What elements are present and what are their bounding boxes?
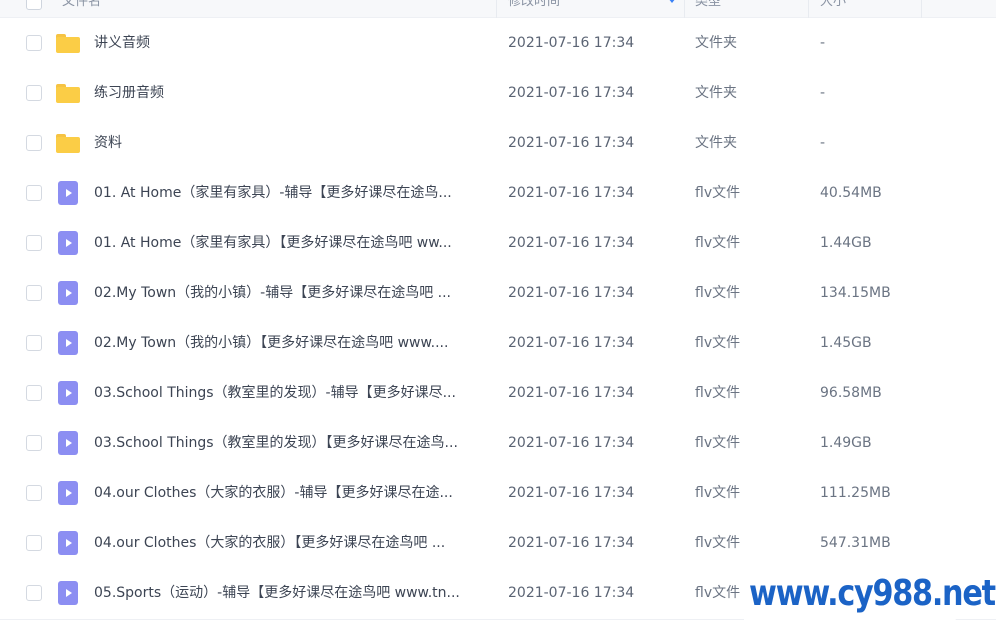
row-checkbox[interactable] [26, 435, 42, 451]
file-type: flv文件 [695, 335, 741, 351]
file-list: 讲义音频 2021-07-16 17:34 文件夹 - 练习册音频 2021-07-16 … [0, 18, 996, 618]
modified-time: 2021-07-16 17:34 [508, 585, 635, 601]
video-file-icon [56, 431, 80, 455]
row-checkbox[interactable] [26, 235, 42, 251]
file-name[interactable]: 03.School Things（教室里的发现）【更多好课尽在途鸟... [94, 418, 486, 468]
file-size: 1.45GB [820, 335, 872, 351]
folder-icon [56, 131, 80, 155]
file-type: flv文件 [695, 235, 741, 251]
header-type[interactable]: 类型 [695, 0, 721, 18]
file-size: 1.44GB [820, 235, 872, 251]
file-row[interactable]: 讲义音频 2021-07-16 17:34 文件夹 - [0, 18, 996, 68]
column-divider[interactable] [921, 0, 922, 18]
file-type: 文件夹 [695, 85, 737, 101]
modified-time: 2021-07-16 17:34 [508, 535, 635, 551]
file-row[interactable]: 04.our Clothes（大家的衣服）-辅导【更多好课尽在途... 2021-… [0, 468, 996, 518]
video-file-icon [56, 531, 80, 555]
modified-time: 2021-07-16 17:34 [508, 235, 635, 251]
file-type: flv文件 [695, 385, 741, 401]
row-checkbox[interactable] [26, 585, 42, 601]
file-name[interactable]: 02.My Town（我的小镇）【更多好课尽在途鸟吧 www.... [94, 318, 486, 368]
file-name[interactable]: 练习册音频 [94, 68, 486, 118]
file-size: 1.49GB [820, 435, 872, 451]
file-size: - [820, 85, 826, 101]
row-checkbox[interactable] [26, 385, 42, 401]
modified-time: 2021-07-16 17:34 [508, 485, 635, 501]
modified-time: 2021-07-16 17:34 [508, 285, 635, 301]
modified-time: 2021-07-16 17:34 [508, 385, 635, 401]
file-type: 文件夹 [695, 135, 737, 151]
video-file-icon [56, 381, 80, 405]
file-size: 96.58MB [820, 385, 882, 401]
modified-time: 2021-07-16 17:34 [508, 85, 635, 101]
header-modified-time[interactable]: 修改时间 [508, 0, 560, 18]
file-size: 40.54MB [820, 185, 882, 201]
file-name[interactable]: 资料 [94, 118, 486, 168]
column-divider[interactable] [496, 0, 497, 18]
file-row[interactable]: 01. At Home（家里有家具）-辅导【更多好课尽在途鸟... 2021-07… [0, 168, 996, 218]
file-size: - [820, 35, 826, 51]
modified-time: 2021-07-16 17:34 [508, 435, 635, 451]
file-row[interactable]: 02.My Town（我的小镇）-辅导【更多好课尽在途鸟吧 ... 2021-07… [0, 268, 996, 318]
header-name[interactable]: 文件名 [62, 0, 101, 18]
file-row[interactable]: 01. At Home（家里有家具）【更多好课尽在途鸟吧 ww... 2021-0… [0, 218, 996, 268]
modified-time: 2021-07-16 17:34 [508, 135, 635, 151]
file-name[interactable]: 04.our Clothes（大家的衣服）【更多好课尽在途鸟吧 ... [94, 518, 486, 568]
row-checkbox[interactable] [26, 135, 42, 151]
video-file-icon [56, 331, 80, 355]
file-list-page: 文件名 修改时间 类型 大小 讲义音频 2021-07-16 17:34 文件夹 - 练… [0, 0, 996, 634]
modified-time: 2021-07-16 17:34 [508, 35, 635, 51]
file-name[interactable]: 02.My Town（我的小镇）-辅导【更多好课尽在途鸟吧 ... [94, 268, 486, 318]
modified-time: 2021-07-16 17:34 [508, 185, 635, 201]
file-name[interactable]: 讲义音频 [94, 18, 486, 68]
file-row[interactable]: 04.our Clothes（大家的衣服）【更多好课尽在途鸟吧 ... 2021-… [0, 518, 996, 568]
folder-icon [56, 31, 80, 55]
file-name[interactable]: 01. At Home（家里有家具）-辅导【更多好课尽在途鸟... [94, 168, 486, 218]
row-checkbox[interactable] [26, 535, 42, 551]
file-list-header: 文件名 修改时间 类型 大小 [0, 0, 996, 18]
file-size: 111.25MB [820, 485, 891, 501]
video-file-icon [56, 231, 80, 255]
file-row[interactable]: 练习册音频 2021-07-16 17:34 文件夹 - [0, 68, 996, 118]
file-row[interactable]: 资料 2021-07-16 17:34 文件夹 - [0, 118, 996, 168]
file-size: - [820, 135, 826, 151]
select-all-checkbox[interactable] [26, 0, 42, 10]
video-file-icon [56, 581, 80, 605]
header-size[interactable]: 大小 [820, 0, 846, 18]
row-checkbox[interactable] [26, 485, 42, 501]
row-checkbox[interactable] [26, 285, 42, 301]
file-type: flv文件 [695, 285, 741, 301]
file-name[interactable]: 05.Sports（运动）-辅导【更多好课尽在途鸟吧 www.tn... [94, 568, 486, 618]
folder-icon [56, 81, 80, 105]
watermark-text: www.cy988.net [744, 568, 996, 620]
file-size: 134.15MB [820, 285, 891, 301]
file-type: flv文件 [695, 435, 741, 451]
video-file-icon [56, 181, 80, 205]
video-file-icon [56, 281, 80, 305]
row-checkbox[interactable] [26, 335, 42, 351]
row-checkbox[interactable] [26, 35, 42, 51]
column-divider[interactable] [808, 0, 809, 18]
file-type: flv文件 [695, 585, 741, 601]
sort-desc-icon[interactable] [668, 0, 676, 3]
file-size: 547.31MB [820, 535, 891, 551]
row-checkbox[interactable] [26, 85, 42, 101]
file-type: flv文件 [695, 535, 741, 551]
file-row[interactable]: 03.School Things（教室里的发现）-辅导【更多好课尽... 2021… [0, 368, 996, 418]
file-name[interactable]: 04.our Clothes（大家的衣服）-辅导【更多好课尽在途... [94, 468, 486, 518]
file-name[interactable]: 03.School Things（教室里的发现）-辅导【更多好课尽... [94, 368, 486, 418]
video-file-icon [56, 481, 80, 505]
file-type: flv文件 [695, 185, 741, 201]
modified-time: 2021-07-16 17:34 [508, 335, 635, 351]
file-name[interactable]: 01. At Home（家里有家具）【更多好课尽在途鸟吧 ww... [94, 218, 486, 268]
column-divider[interactable] [684, 0, 685, 18]
row-checkbox[interactable] [26, 185, 42, 201]
file-row[interactable]: 02.My Town（我的小镇）【更多好课尽在途鸟吧 www.... 2021-0… [0, 318, 996, 368]
file-type: 文件夹 [695, 35, 737, 51]
file-type: flv文件 [695, 485, 741, 501]
file-row[interactable]: 03.School Things（教室里的发现）【更多好课尽在途鸟... 2021… [0, 418, 996, 468]
